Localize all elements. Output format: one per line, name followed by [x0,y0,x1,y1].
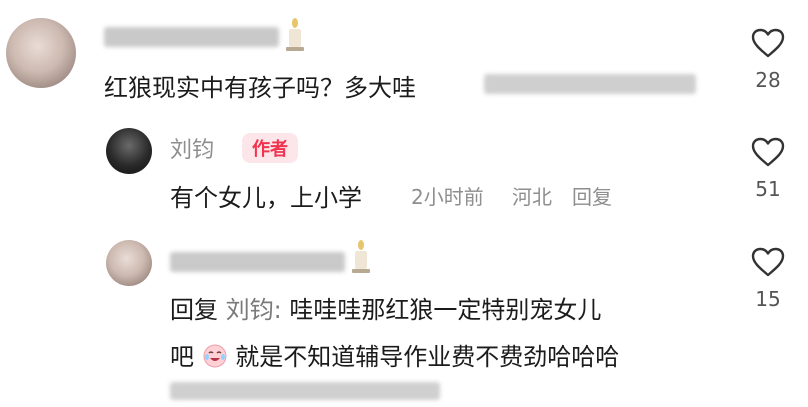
author-avatar[interactable] [106,128,152,174]
like-count: 15 [755,287,781,311]
nested-reply-text: 哇哇哇那红狼一定特别宠女儿 [289,296,602,324]
reply-to-author[interactable]: 刘钧: [226,296,282,324]
blurred-username [104,27,279,47]
like-count: 28 [755,68,781,92]
like-count: 51 [755,177,781,201]
blurred-username [170,252,345,272]
heart-outline-icon [738,28,798,58]
like-button[interactable]: 28 [738,28,798,92]
heart-outline-icon [738,137,798,167]
candle-icon [284,18,306,52]
author-badge: 作者 [242,133,298,163]
nested-reply-line1: 回复 刘钧: 哇哇哇那红狼一定特别宠女儿 [170,290,601,325]
reply-location: 河北 [512,185,552,209]
nested-reply-line2: 吧 就是不知道辅导作业费不费劲哈哈哈 [170,337,619,372]
blurred-meta [170,382,440,400]
reply-time: 2小时前 [411,185,484,209]
nested-reply-text-end: 就是不知道辅导作业费不费劲哈哈哈 [235,343,620,371]
blurred-meta [484,74,696,94]
like-button[interactable]: 15 [738,247,798,311]
candle-icon [350,240,372,274]
heart-outline-icon [738,247,798,277]
reply-prefix: 回复 [170,296,218,324]
reply-text: 有个女儿，上小学 [170,184,362,212]
author-name[interactable]: 刘钧 [170,132,214,164]
like-button[interactable]: 51 [738,137,798,201]
nested-reply-text-start: 吧 [170,343,194,371]
commenter-avatar[interactable] [6,18,76,88]
commenter-avatar[interactable] [106,240,152,286]
crying-laughing-emoji-icon [202,343,228,369]
reply-button[interactable]: 回复 [572,181,612,210]
comment-text: 红狼现实中有孩子吗？多大哇 [104,74,416,102]
